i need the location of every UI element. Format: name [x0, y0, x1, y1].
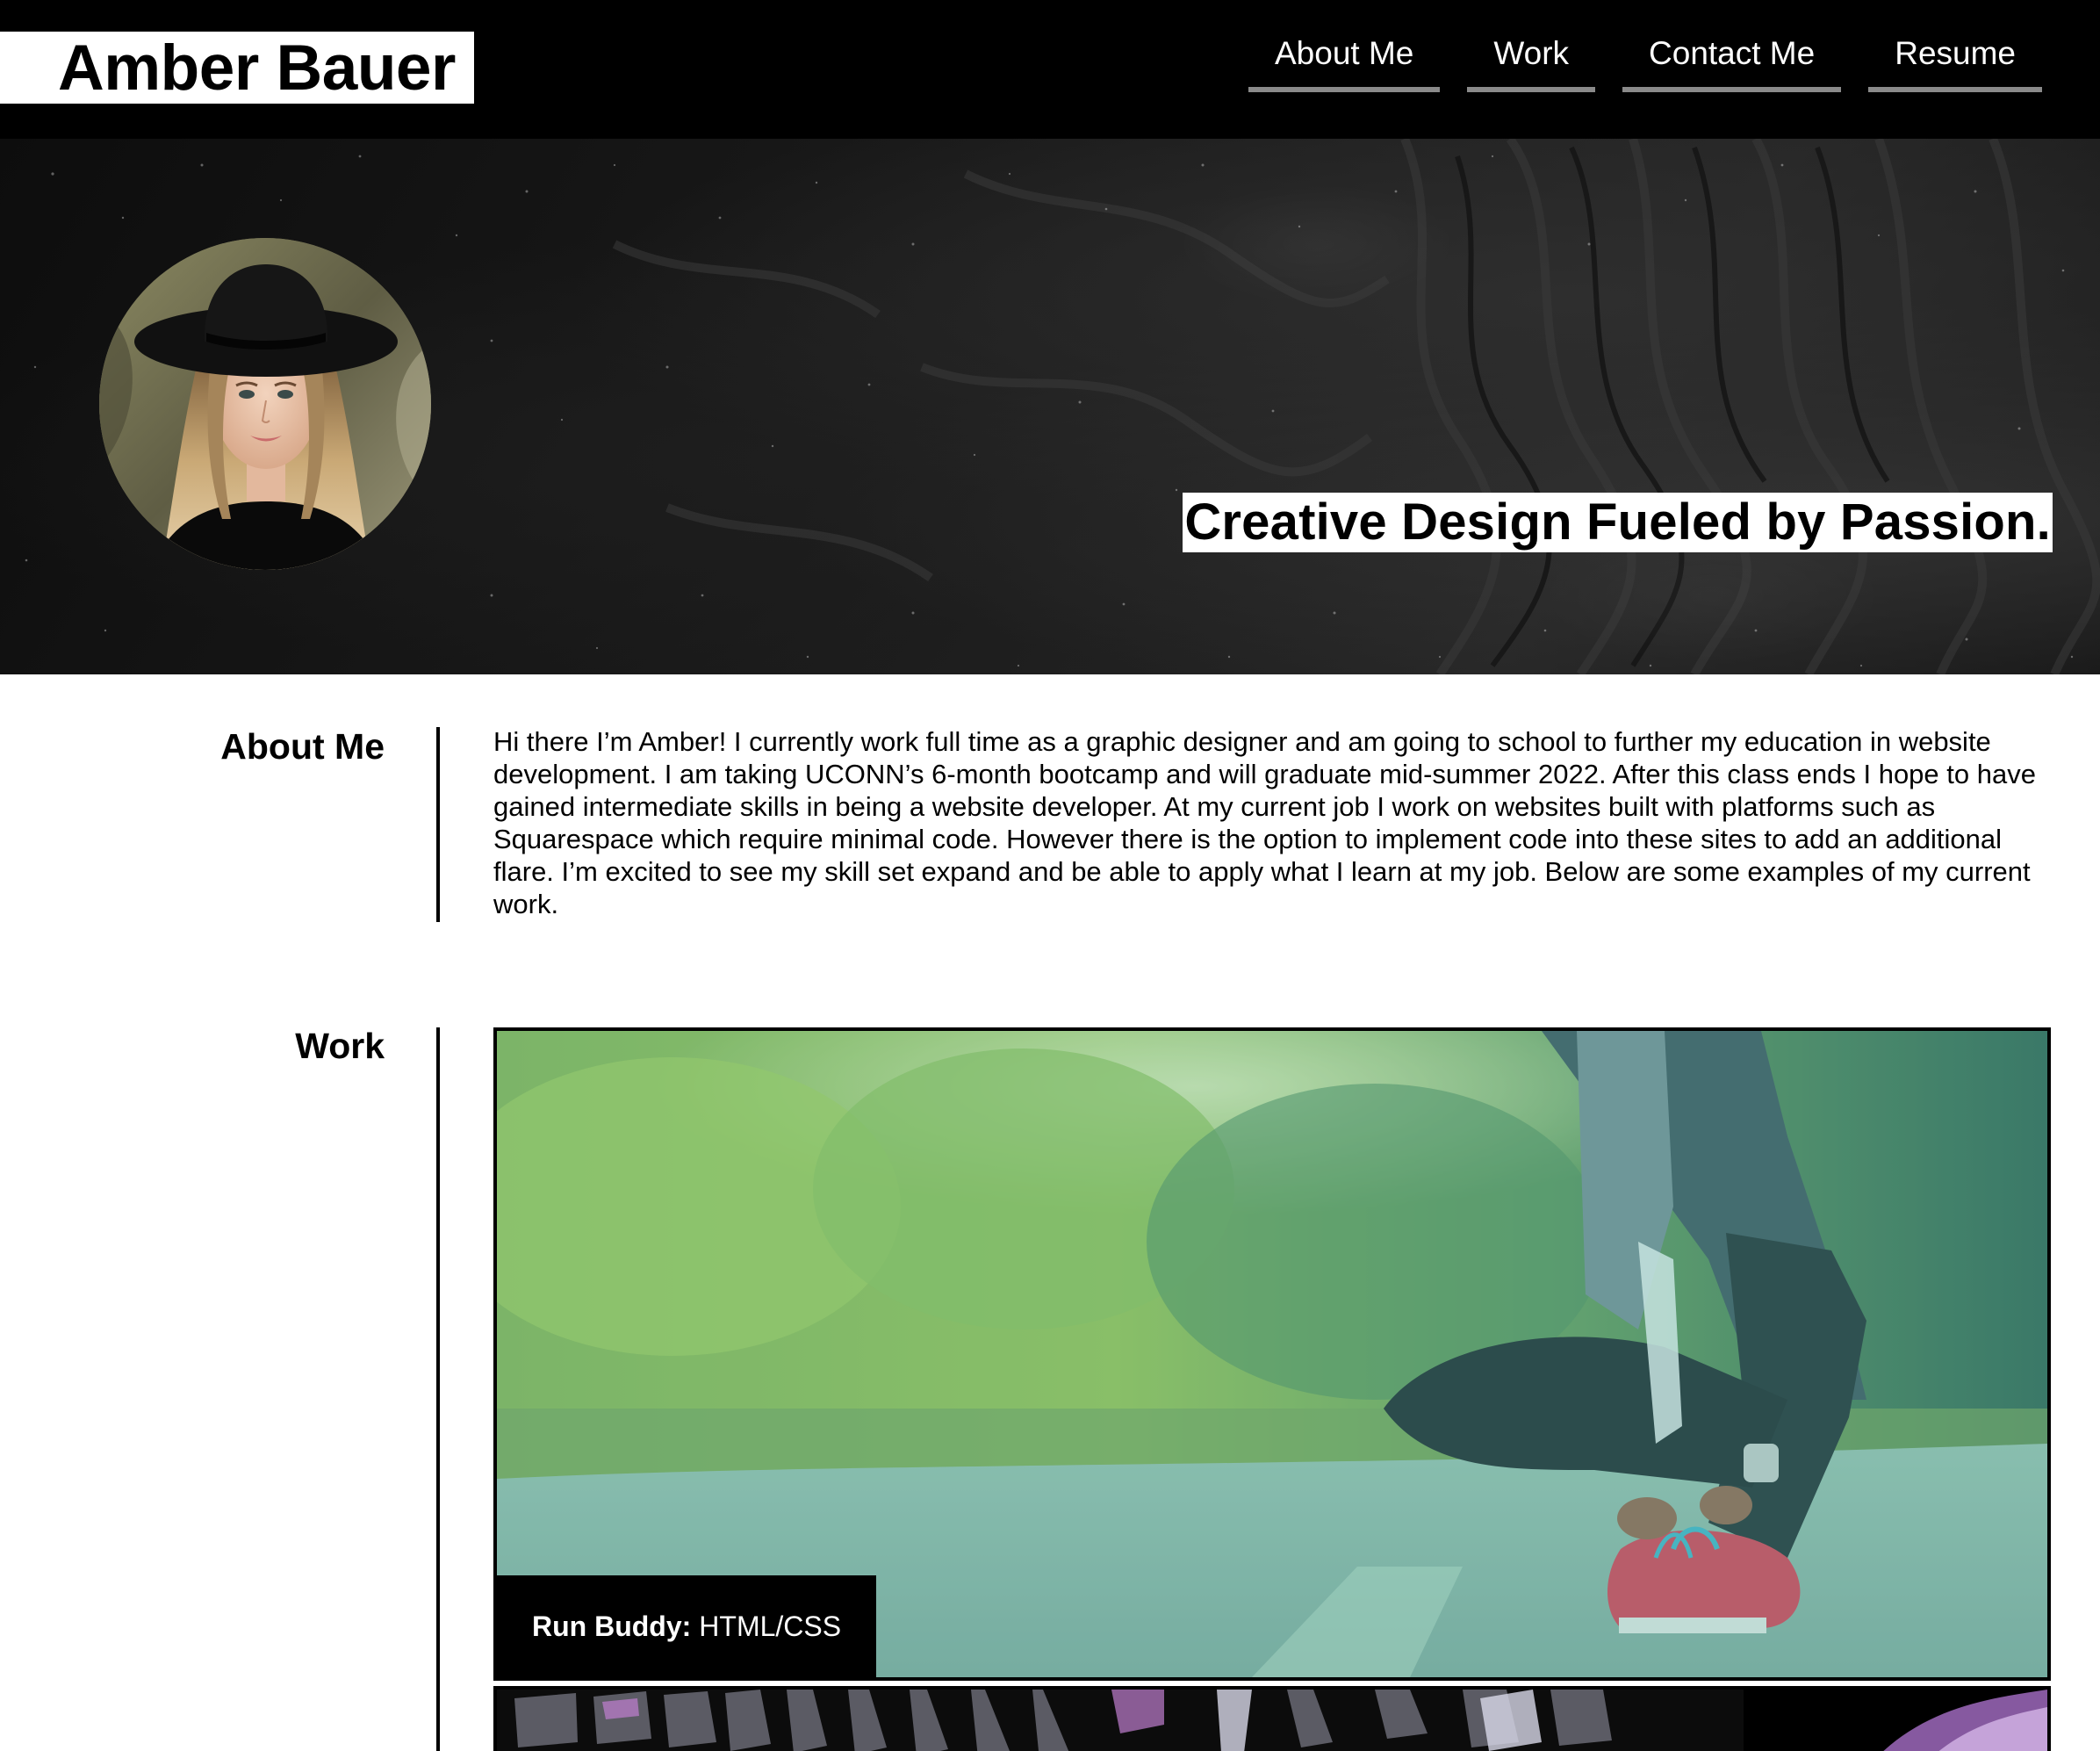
nav-contact-me[interactable]: Contact Me — [1622, 35, 1842, 92]
main-nav: About Me Work Contact Me Resume — [1248, 35, 2042, 92]
profile-photo — [99, 238, 431, 570]
nav-about-me[interactable]: About Me — [1248, 35, 1441, 92]
nav-work[interactable]: Work — [1467, 35, 1596, 92]
hero-banner: Creative Design Fueled by Passion. — [0, 139, 2100, 674]
project-card-2[interactable] — [493, 1686, 2051, 1751]
work-divider — [436, 1027, 440, 1751]
work-title: Work — [295, 1026, 385, 1066]
hero-tagline: Creative Design Fueled by Passion. — [1183, 493, 2053, 552]
project-label: Run Buddy: HTML/CSS — [497, 1575, 876, 1677]
project-image-2 — [497, 1690, 2047, 1751]
site-header: Amber Bauer About Me Work Contact Me Res… — [0, 0, 2100, 139]
project-name: Run Buddy: — [532, 1610, 692, 1642]
about-text: Hi there I’m Amber! I currently work ful… — [493, 726, 2036, 919]
about-divider — [436, 727, 440, 922]
site-brand[interactable]: Amber Bauer — [0, 32, 474, 104]
nav-resume[interactable]: Resume — [1868, 35, 2042, 92]
project-card-run-buddy[interactable]: Run Buddy: HTML/CSS — [493, 1027, 2051, 1681]
about-title: About Me — [220, 726, 385, 767]
project-tech: HTML/CSS — [699, 1610, 842, 1642]
